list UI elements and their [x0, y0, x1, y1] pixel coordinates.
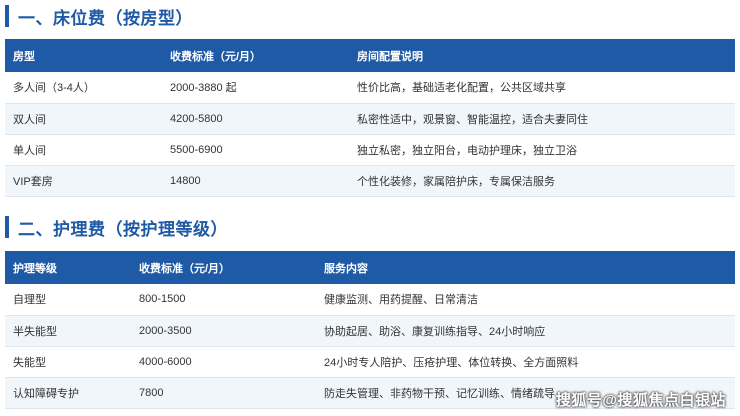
- section-title-text: 一、床位费（按房型）: [18, 8, 193, 28]
- price-cell: 2000-3500: [131, 315, 316, 347]
- column-header: 房型: [5, 39, 162, 72]
- section-title-nursing-fee: 二、护理费（按护理等级）: [5, 215, 228, 239]
- column-header: 服务内容: [316, 251, 735, 284]
- column-header: 收费标准（元/月）: [162, 39, 349, 72]
- service-cell: 24小时专人陪护、压疮护理、体位转换、全方面照料: [316, 346, 735, 378]
- price-cell: 7800: [131, 377, 316, 409]
- price-cell: 4200-5800: [162, 103, 349, 135]
- description-cell: 个性化装修，家属陪护床，专属保洁服务: [349, 165, 735, 197]
- title-accent-bar: [5, 5, 9, 27]
- section-title-bed-fee: 一、床位费（按房型）: [5, 4, 193, 28]
- table-header-row: 护理等级 收费标准（元/月） 服务内容: [5, 251, 735, 284]
- column-header: 收费标准（元/月）: [131, 251, 316, 284]
- table-row: 半失能型 2000-3500 协助起居、助浴、康复训练指导、24小时响应: [5, 315, 735, 347]
- bed-fee-table: 房型 收费标准（元/月） 房间配置说明 多人间（3-4人） 2000-3880 …: [5, 39, 735, 197]
- table-row: VIP套房 14800 个性化装修，家属陪护床，专属保洁服务: [5, 165, 735, 197]
- care-level-cell: 自理型: [5, 284, 131, 316]
- price-cell: 2000-3880 起: [162, 72, 349, 104]
- column-header: 房间配置说明: [349, 39, 735, 72]
- table-row: 多人间（3-4人） 2000-3880 起 性价比高，基础适老化配置，公共区域共…: [5, 72, 735, 104]
- room-type-cell: 双人间: [5, 103, 162, 135]
- room-type-cell: 多人间（3-4人）: [5, 72, 162, 104]
- care-level-cell: 认知障碍专护: [5, 377, 131, 409]
- description-cell: 性价比高，基础适老化配置，公共区域共享: [349, 72, 735, 104]
- care-level-cell: 半失能型: [5, 315, 131, 347]
- table-row: 单人间 5500-6900 独立私密，独立阳台，电动护理床，独立卫浴: [5, 134, 735, 166]
- page: 一、床位费（按房型） 房型 收费标准（元/月） 房间配置说明 多人间（3-4人）…: [0, 0, 740, 416]
- section-title-text: 二、护理费（按护理等级）: [18, 219, 228, 239]
- description-cell: 独立私密，独立阳台，电动护理床，独立卫浴: [349, 134, 735, 166]
- title-accent-bar: [5, 216, 9, 238]
- table-row: 自理型 800-1500 健康监测、用药提醒、日常清洁: [5, 284, 735, 316]
- room-type-cell: 单人间: [5, 134, 162, 166]
- price-cell: 800-1500: [131, 284, 316, 316]
- price-cell: 5500-6900: [162, 134, 349, 166]
- table-header-row: 房型 收费标准（元/月） 房间配置说明: [5, 39, 735, 72]
- care-level-cell: 失能型: [5, 346, 131, 378]
- service-cell: 健康监测、用药提醒、日常清洁: [316, 284, 735, 316]
- nursing-fee-table: 护理等级 收费标准（元/月） 服务内容 自理型 800-1500 健康监测、用药…: [5, 251, 735, 409]
- price-cell: 4000-6000: [131, 346, 316, 378]
- price-cell: 14800: [162, 165, 349, 197]
- table-row: 双人间 4200-5800 私密性适中，观景窗、智能温控，适合夫妻同住: [5, 103, 735, 135]
- room-type-cell: VIP套房: [5, 165, 162, 197]
- service-cell: 协助起居、助浴、康复训练指导、24小时响应: [316, 315, 735, 347]
- table-row: 失能型 4000-6000 24小时专人陪护、压疮护理、体位转换、全方面照料: [5, 346, 735, 378]
- description-cell: 私密性适中，观景窗、智能温控，适合夫妻同住: [349, 103, 735, 135]
- column-header: 护理等级: [5, 251, 131, 284]
- watermark: 搜狐号@搜狐焦点白银站: [555, 392, 726, 409]
